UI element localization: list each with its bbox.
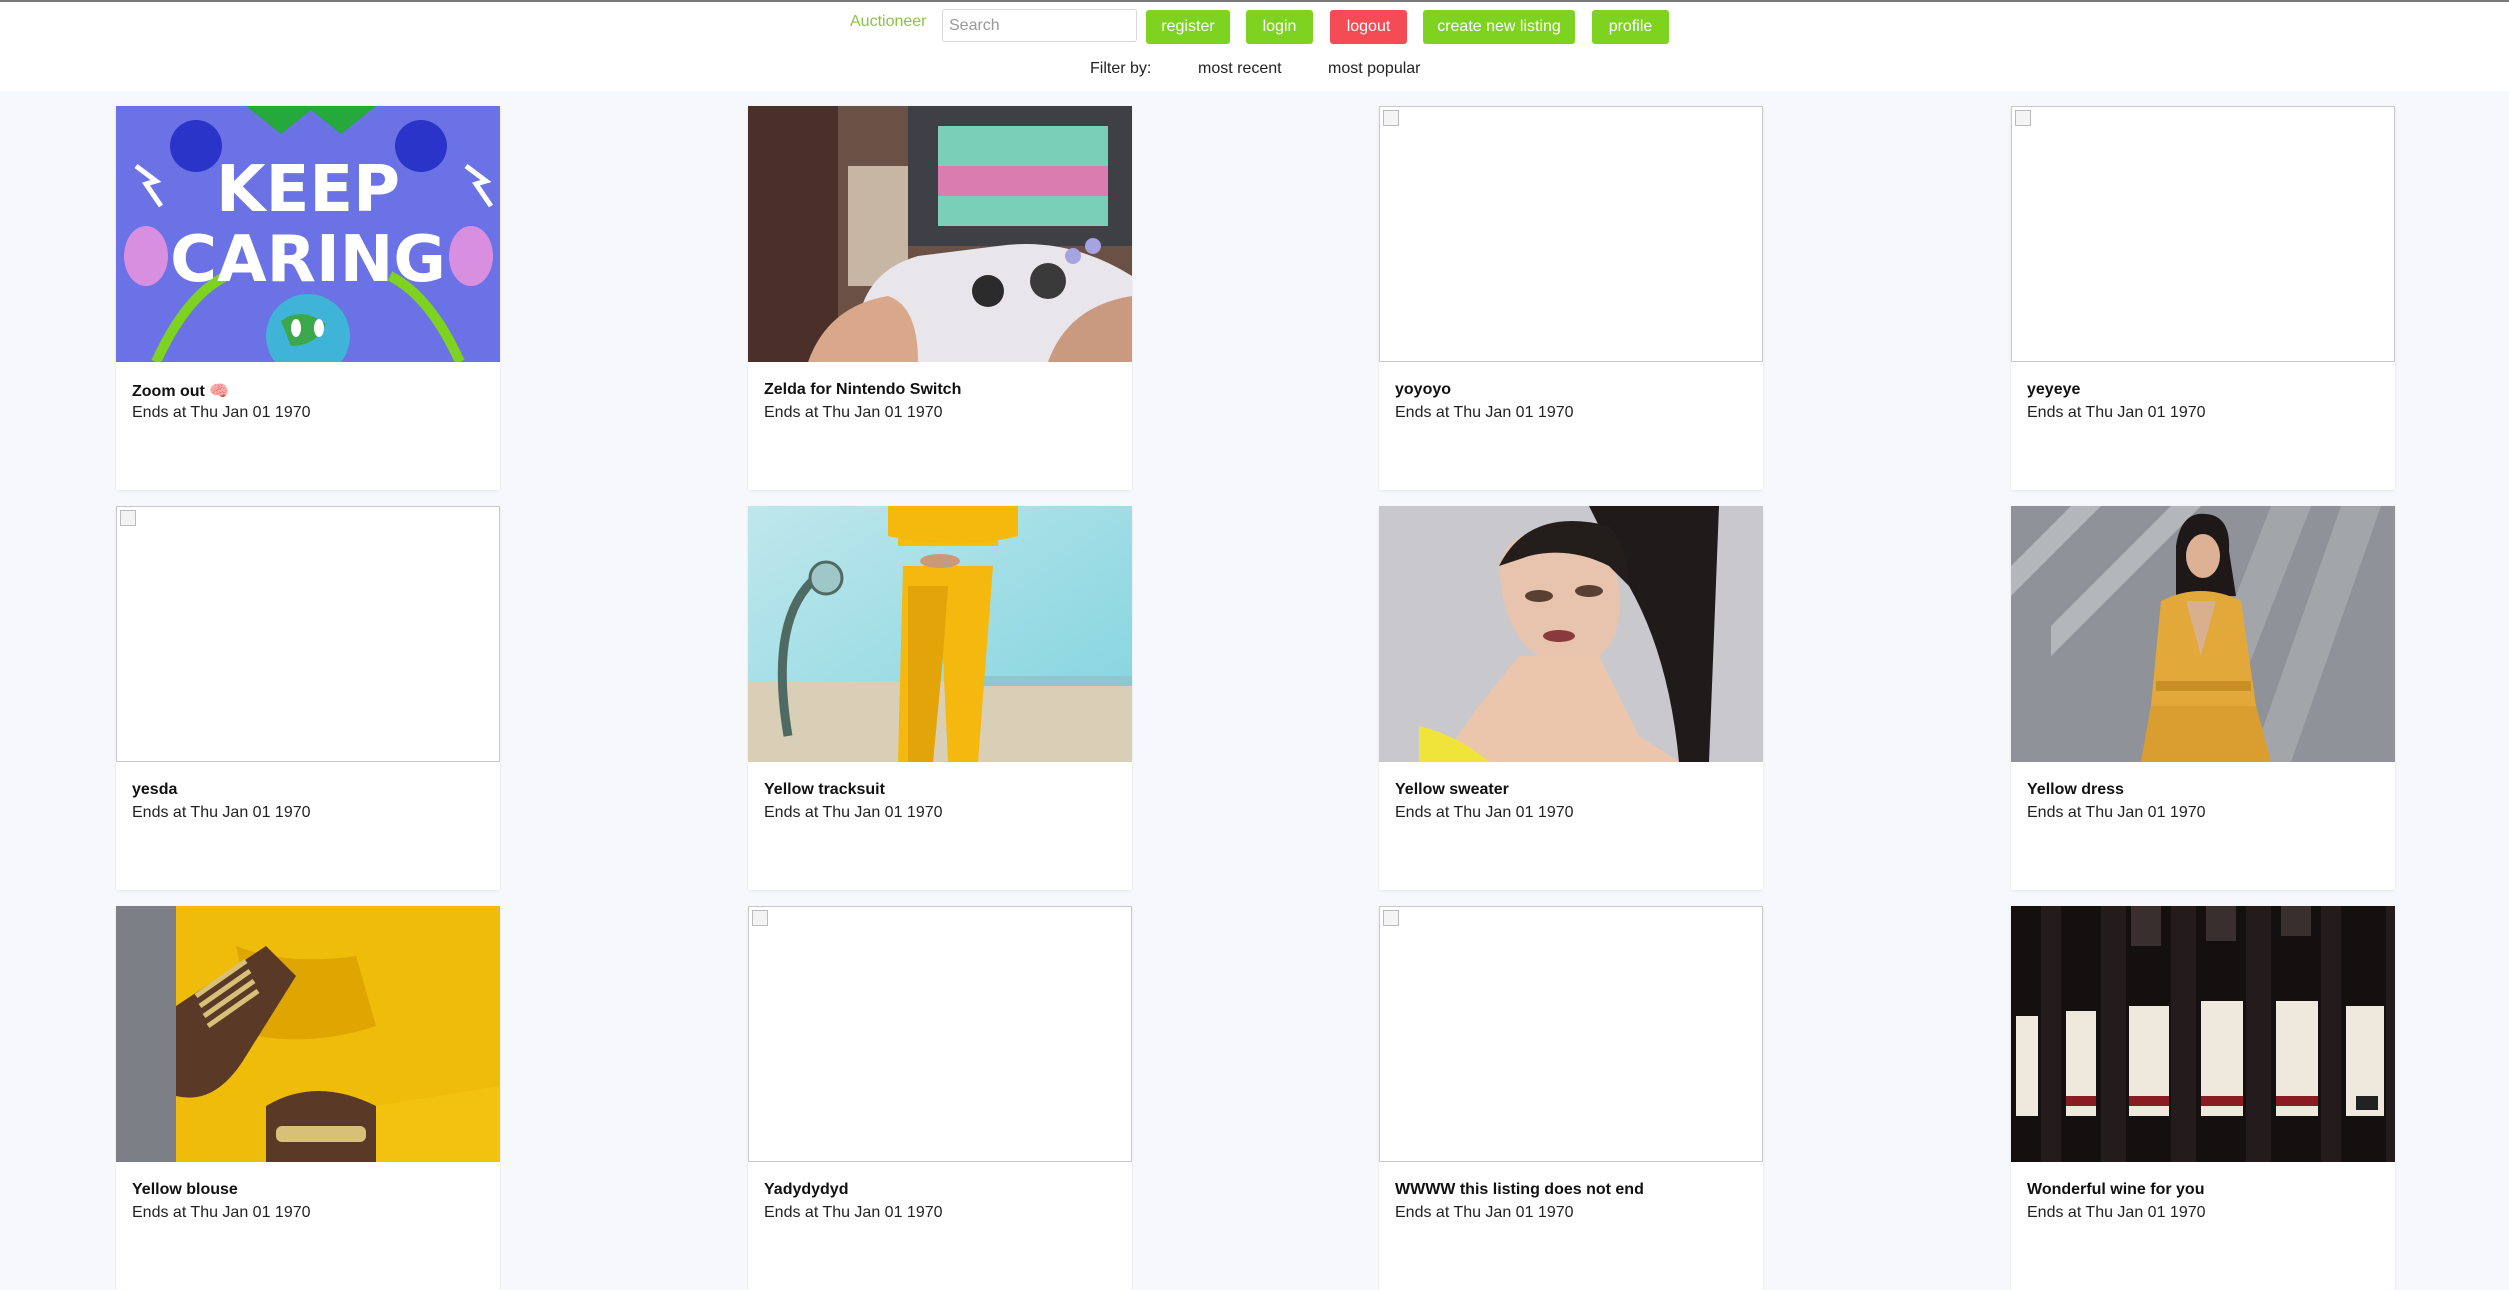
- listing-title[interactable]: yoyoyo: [1395, 381, 1451, 399]
- listing-card[interactable]: Yellow tracksuit Ends at Thu Jan 01 1970: [748, 506, 1132, 890]
- filter-most-popular-link[interactable]: most popular: [1328, 60, 1421, 78]
- listing-card[interactable]: Yadydydyd Ends at Thu Jan 01 1970: [748, 906, 1132, 1290]
- svg-text:KEEP: KEEP: [216, 153, 400, 227]
- listing-image[interactable]: KEEP CARING: [116, 106, 500, 362]
- listing-card[interactable]: WWWW this listing does not end Ends at T…: [1379, 906, 1763, 1290]
- filter-label: Filter by:: [1090, 60, 1152, 77]
- listing-card[interactable]: Yellow sweater Ends at Thu Jan 01 1970: [1379, 506, 1763, 890]
- search-input[interactable]: [942, 9, 1137, 42]
- create-listing-button[interactable]: create new listing: [1423, 10, 1575, 44]
- listing-end-date: Ends at Thu Jan 01 1970: [2027, 804, 2206, 821]
- top-navbar: Auctioneer register login logout create …: [0, 2, 2509, 91]
- listing-end-date: Ends at Thu Jan 01 1970: [2027, 404, 2206, 421]
- listing-end-date: Ends at Thu Jan 01 1970: [1395, 804, 1574, 821]
- listing-end-date: Ends at Thu Jan 01 1970: [132, 404, 311, 421]
- listing-image[interactable]: [1379, 506, 1763, 762]
- svg-text:CARING: CARING: [170, 223, 446, 297]
- listing-end-date: Ends at Thu Jan 01 1970: [1395, 404, 1574, 421]
- broken-image-icon[interactable]: [1379, 906, 1763, 1162]
- listing-image[interactable]: [116, 906, 500, 1162]
- listing-title[interactable]: Yadydydyd: [764, 1181, 848, 1199]
- listing-image[interactable]: [2011, 506, 2395, 762]
- filter-most-recent-link[interactable]: most recent: [1198, 60, 1282, 78]
- brand-logo[interactable]: Auctioneer: [850, 13, 927, 31]
- listing-end-date: Ends at Thu Jan 01 1970: [132, 804, 311, 821]
- listing-end-date: Ends at Thu Jan 01 1970: [1395, 1204, 1574, 1221]
- listing-title[interactable]: yeyeye: [2027, 381, 2080, 399]
- listing-card[interactable]: Wonderful wine for you Ends at Thu Jan 0…: [2011, 906, 2395, 1290]
- broken-image-icon[interactable]: [1379, 106, 1763, 362]
- listing-title[interactable]: Yellow sweater: [1395, 781, 1509, 799]
- listing-title[interactable]: yesda: [132, 781, 177, 799]
- listing-card[interactable]: Zelda for Nintendo Switch Ends at Thu Ja…: [748, 106, 1132, 490]
- listing-card[interactable]: Yellow dress Ends at Thu Jan 01 1970: [2011, 506, 2395, 890]
- listing-image[interactable]: [748, 506, 1132, 762]
- listing-title[interactable]: Yellow blouse: [132, 1181, 238, 1199]
- listing-title[interactable]: WWWW this listing does not end: [1395, 1181, 1644, 1199]
- listing-title[interactable]: Zoom out 🧠: [132, 381, 229, 401]
- broken-image-icon[interactable]: [748, 906, 1132, 1162]
- listing-image[interactable]: [748, 106, 1132, 362]
- login-button[interactable]: login: [1246, 10, 1313, 44]
- listing-card[interactable]: yesda Ends at Thu Jan 01 1970: [116, 506, 500, 890]
- listing-end-date: Ends at Thu Jan 01 1970: [764, 1204, 943, 1221]
- listing-end-date: Ends at Thu Jan 01 1970: [2027, 1204, 2206, 1221]
- listing-title[interactable]: Wonderful wine for you: [2027, 1181, 2204, 1199]
- profile-button[interactable]: profile: [1592, 10, 1669, 44]
- listing-card[interactable]: Yellow blouse Ends at Thu Jan 01 1970: [116, 906, 500, 1290]
- listing-card[interactable]: yoyoyo Ends at Thu Jan 01 1970: [1379, 106, 1763, 490]
- broken-image-icon[interactable]: [116, 506, 500, 762]
- listing-card[interactable]: yeyeye Ends at Thu Jan 01 1970: [2011, 106, 2395, 490]
- listing-end-date: Ends at Thu Jan 01 1970: [764, 804, 943, 821]
- listing-title[interactable]: Yellow tracksuit: [764, 781, 885, 799]
- logout-button[interactable]: logout: [1330, 10, 1407, 44]
- listing-title[interactable]: Yellow dress: [2027, 781, 2124, 799]
- listing-end-date: Ends at Thu Jan 01 1970: [764, 404, 943, 421]
- listing-image[interactable]: [2011, 906, 2395, 1162]
- listing-card[interactable]: KEEP CARING Zoom out 🧠 Ends at Thu Jan 0…: [116, 106, 500, 490]
- register-button[interactable]: register: [1146, 10, 1230, 44]
- listing-title[interactable]: Zelda for Nintendo Switch: [764, 381, 961, 399]
- listing-end-date: Ends at Thu Jan 01 1970: [132, 1204, 311, 1221]
- broken-image-icon[interactable]: [2011, 106, 2395, 362]
